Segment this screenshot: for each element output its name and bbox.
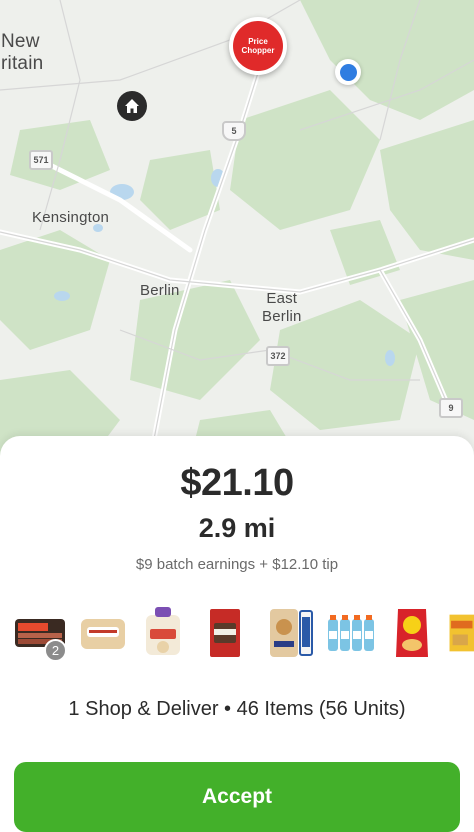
home-icon [125, 99, 139, 113]
current-location-dot [335, 59, 361, 85]
store-logo-text: Price Chopper [241, 37, 275, 55]
current-location-core [339, 63, 357, 81]
item-wraps-bag [143, 604, 183, 662]
item-bagels-bag [268, 604, 316, 662]
earnings-breakdown: $9 batch earnings + $12.10 tip [135, 556, 339, 573]
route-shield-372: 372 [266, 346, 290, 366]
item-cracker-box [448, 604, 474, 662]
route-shield-571: 571 [29, 150, 53, 170]
offer-sheet: $21.10 2.9 mi $9 batch earnings + $12.10… [0, 436, 474, 832]
map-label-berlin: Berlin [140, 282, 180, 299]
item-bread-rolls-bag [79, 604, 127, 662]
accept-button[interactable]: Accept [14, 762, 460, 832]
item-snack-box [207, 604, 243, 662]
store-logo: Price Chopper [233, 21, 283, 71]
offer-price: $21.10 [180, 462, 294, 504]
item-thumbnails[interactable]: 2 [0, 604, 474, 666]
store-pin[interactable]: Price Chopper [229, 17, 287, 75]
route-shield-9: 9 [439, 398, 463, 418]
batch-summary: 1 Shop & Deliver • 46 Items (56 Units) [68, 698, 406, 720]
map-label-new-britain: New ritain [1, 31, 44, 74]
item-chips-bag [393, 604, 431, 662]
route-shield-5: 5 [222, 121, 246, 141]
map-terrain [0, 0, 474, 460]
item-quantity-badge: 2 [44, 639, 67, 662]
map-label-east-berlin: East Berlin [262, 290, 302, 325]
map-label-kensington: Kensington [32, 209, 110, 226]
map-view[interactable]: New ritain Kensington Berlin East Berlin… [0, 0, 474, 460]
offer-distance: 2.9 mi [198, 513, 276, 543]
home-pin[interactable] [117, 91, 147, 121]
item-sports-drink-pack [326, 604, 376, 662]
